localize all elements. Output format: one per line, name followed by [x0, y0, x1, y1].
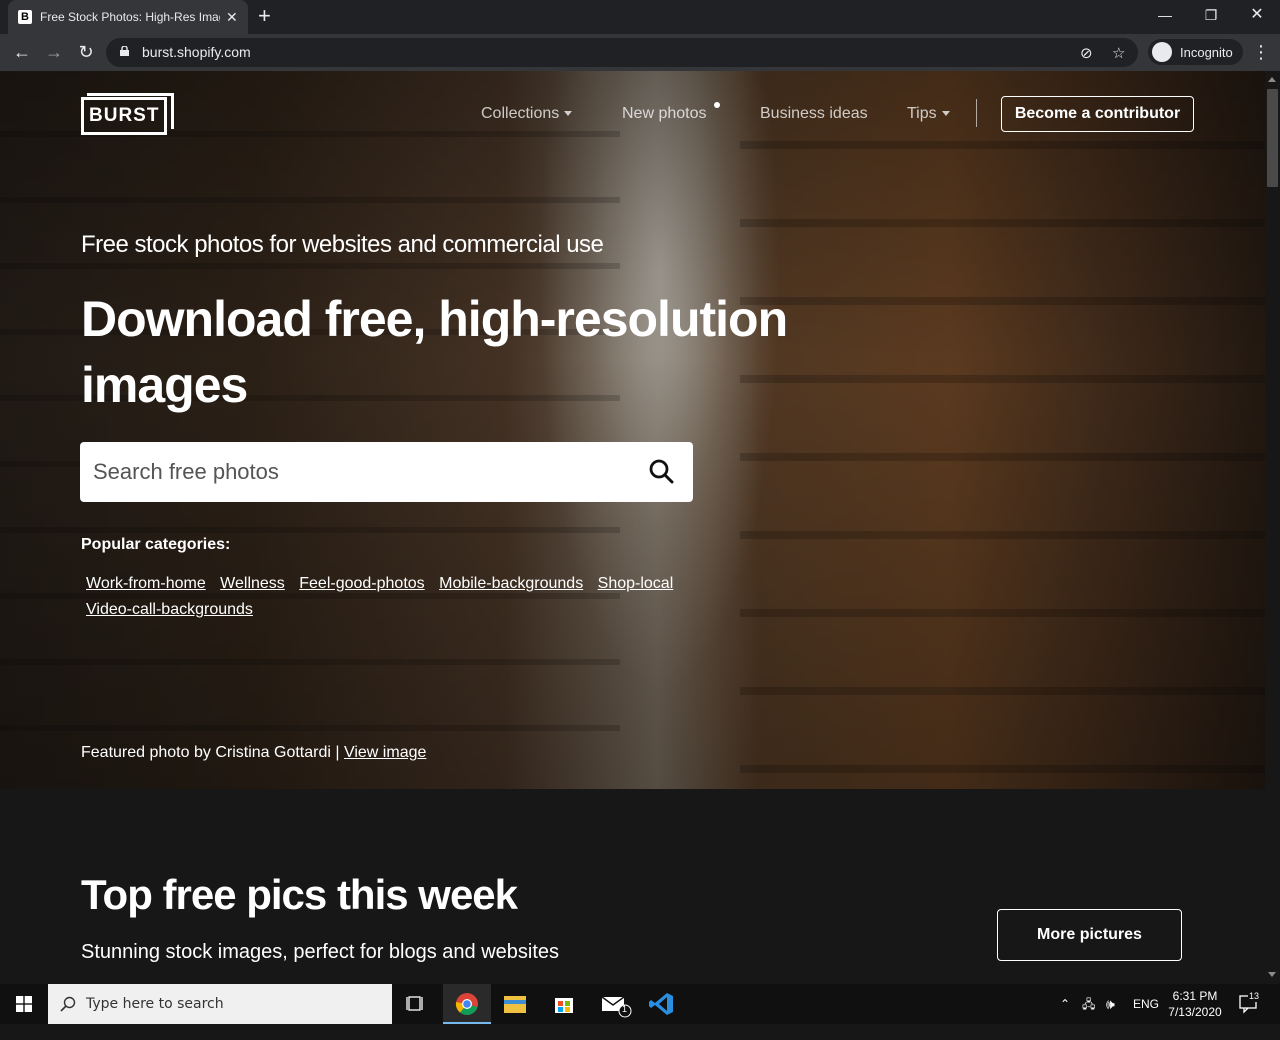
url-text: burst.shopify.com [142, 44, 251, 60]
hero-title: Download free, high-resolution images [81, 291, 788, 413]
become-contributor-button[interactable]: Become a contributor [1001, 96, 1194, 132]
photo-credit-text: Featured photo by Cristina Gottardi | [81, 744, 340, 761]
category-link[interactable]: Work-from-home [86, 575, 206, 593]
category-link[interactable]: Feel-good-photos [299, 575, 424, 593]
more-pictures-button[interactable]: More pictures [997, 909, 1182, 961]
category-link[interactable]: Mobile-backgrounds [439, 575, 583, 593]
nav-tips-label: Tips [907, 105, 937, 122]
back-button[interactable]: ← [10, 42, 34, 62]
scroll-down-arrow-icon[interactable] [1268, 972, 1276, 977]
category-link[interactable]: Shop-local [598, 575, 674, 593]
address-bar[interactable]: burst.shopify.com ⊘ ☆ [106, 38, 1138, 67]
network-icon[interactable]: 🖧 [1082, 984, 1095, 1024]
store-taskbar-app[interactable] [540, 984, 588, 1024]
vscode-icon [649, 993, 673, 1015]
browser-tab[interactable]: B Free Stock Photos: High-Res Images ✕ [8, 0, 248, 34]
tab-close-icon[interactable]: ✕ [226, 9, 238, 26]
nav-divider [976, 99, 977, 127]
page-viewport: BURST Collections New photos Business id… [0, 71, 1265, 984]
chevron-down-icon [941, 111, 950, 117]
show-hidden-icons-button[interactable]: ⌃ [1060, 984, 1070, 1024]
search-icon[interactable] [648, 458, 676, 486]
language-indicator[interactable]: ENG [1133, 984, 1159, 1024]
chrome-taskbar-app[interactable] [443, 984, 491, 1024]
reload-button[interactable]: ↻ [74, 42, 98, 62]
lock-icon [120, 46, 129, 56]
hero-section: BURST Collections New photos Business id… [0, 71, 1265, 789]
section-subtitle: Stunning stock images, perfect for blogs… [81, 941, 560, 963]
mail-taskbar-app[interactable]: 1 [589, 984, 637, 1024]
scroll-thumb[interactable] [1267, 89, 1278, 187]
notification-count: 13 [1248, 990, 1261, 1002]
taskbar-search-placeholder: Type here to search [86, 996, 224, 1012]
windows-logo-icon [16, 996, 32, 1012]
browser-menu-icon[interactable]: ⋮ [1252, 42, 1270, 63]
hero-overlay [0, 71, 1265, 789]
action-center-button[interactable]: 13 [1238, 984, 1261, 1024]
hero-subtitle: Free stock photos for websites and comme… [81, 231, 604, 258]
category-link[interactable]: Video-call-backgrounds [86, 601, 253, 619]
minimize-button[interactable]: — [1142, 0, 1188, 30]
popular-categories-label: Popular categories: [81, 536, 231, 553]
bookmark-star-icon[interactable]: ☆ [1112, 44, 1125, 62]
task-view-icon [406, 996, 423, 1011]
browser-toolbar: ← → ↻ burst.shopify.com ⊘ ☆ Incognito ⋮ [0, 34, 1280, 71]
task-view-button[interactable] [392, 984, 440, 1024]
tracking-blocked-icon[interactable]: ⊘ [1080, 44, 1093, 62]
burst-logo[interactable]: BURST [81, 93, 174, 135]
taskbar-search-box[interactable]: Type here to search [48, 984, 392, 1024]
search-icon [60, 996, 76, 1012]
forward-button[interactable]: → [42, 42, 66, 62]
windows-taskbar: Type here to search 1 ⌃ 🖧 🕪 ENG 6:31 PM … [0, 984, 1280, 1024]
section-title: Top free pics this week [81, 871, 518, 918]
nav-new-photos[interactable]: New photos [622, 105, 707, 123]
taskbar-clock[interactable]: 6:31 PM 7/13/2020 [1160, 988, 1230, 1020]
photo-search-box [80, 442, 693, 502]
popular-categories-list: Work-from-home Wellness Feel-good-photos… [81, 575, 681, 627]
mail-icon [601, 996, 632, 1018]
new-tab-button[interactable]: + [258, 5, 271, 27]
incognito-icon [1152, 42, 1172, 62]
chrome-icon [455, 993, 478, 1015]
tab-title: Free Stock Photos: High-Res Images [40, 10, 220, 24]
incognito-indicator[interactable]: Incognito [1148, 39, 1243, 65]
browser-tab-bar: B Free Stock Photos: High-Res Images ✕ +… [0, 0, 1280, 34]
nav-collections-label: Collections [481, 105, 560, 122]
incognito-label: Incognito [1180, 44, 1233, 60]
view-image-link[interactable]: View image [344, 744, 426, 761]
nav-tips[interactable]: Tips [907, 105, 950, 123]
close-window-button[interactable]: ✕ [1234, 0, 1280, 30]
start-button[interactable] [0, 984, 48, 1024]
store-icon [555, 998, 573, 1013]
nav-business-ideas[interactable]: Business ideas [760, 105, 868, 123]
page-scrollbar[interactable] [1265, 71, 1280, 984]
logo-text: BURST [89, 105, 160, 126]
file-explorer-taskbar-app[interactable] [491, 984, 539, 1024]
folder-icon [504, 996, 526, 1013]
clock-date: 7/13/2020 [1168, 1005, 1222, 1019]
vscode-taskbar-app[interactable] [638, 984, 686, 1024]
new-indicator-dot [714, 102, 720, 108]
scroll-up-arrow-icon[interactable] [1268, 77, 1276, 82]
clock-time: 6:31 PM [1172, 989, 1218, 1003]
category-link[interactable]: Wellness [220, 575, 285, 593]
mail-badge: 1 [622, 1004, 628, 1014]
search-input[interactable] [93, 442, 633, 502]
chevron-down-icon [564, 111, 573, 117]
restore-button[interactable]: ❐ [1188, 0, 1234, 30]
burst-favicon-icon: B [18, 10, 32, 24]
volume-icon[interactable]: 🕪 [1106, 984, 1115, 1024]
nav-collections[interactable]: Collections [481, 105, 573, 123]
photo-credit: Featured photo by Cristina Gottardi | Vi… [81, 744, 426, 762]
